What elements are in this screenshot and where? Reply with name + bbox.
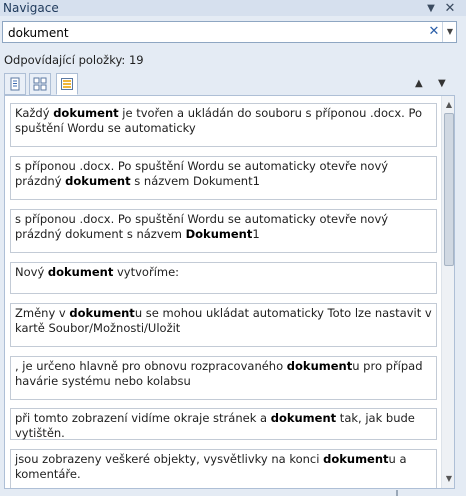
match-highlight: dokument bbox=[47, 265, 114, 279]
snippet-text: Každý bbox=[15, 106, 54, 120]
tab-results[interactable] bbox=[56, 73, 78, 95]
snippet-text: vytvoříme: bbox=[113, 265, 180, 279]
results-count: Odpovídající položky: 19 bbox=[4, 53, 144, 67]
search-options-chevron-icon[interactable]: ▼ bbox=[444, 24, 456, 40]
search-results-icon bbox=[61, 78, 73, 90]
tab-pages[interactable] bbox=[29, 73, 51, 95]
match-highlight: Dokument bbox=[185, 227, 253, 241]
snippet-text: při tomto zobrazení vidíme okraje stráne… bbox=[15, 411, 271, 425]
match-highlight: dokument bbox=[69, 306, 135, 320]
list-item[interactable]: Nový dokument vytvoříme: bbox=[10, 262, 437, 294]
list-item[interactable]: jsou zobrazeny veškeré objekty, vysvětli… bbox=[10, 449, 437, 488]
search-field[interactable]: dokument ✕ ▼ bbox=[2, 21, 457, 43]
snippet-text: jsou zobrazeny veškeré objekty, vysvětli… bbox=[15, 452, 324, 466]
headings-view-icon bbox=[10, 77, 20, 91]
pane-menu-chevron-icon[interactable]: ▼ bbox=[423, 0, 439, 16]
match-highlight: dokument bbox=[270, 411, 337, 425]
pane-title: Navigace bbox=[3, 1, 59, 15]
search-divider bbox=[442, 22, 443, 42]
list-item[interactable]: , je určeno hlavně pro obnovu rozpracova… bbox=[10, 356, 437, 400]
search-results-list: Každý dokument je tvořen a ukládán do so… bbox=[4, 95, 455, 489]
snippet-text: , je určeno hlavně pro obnovu rozpracova… bbox=[15, 359, 287, 373]
search-input[interactable]: dokument bbox=[8, 26, 69, 40]
navigation-pane-titlebar: Navigace ▼ ✕ bbox=[0, 0, 466, 16]
tab-headings[interactable] bbox=[4, 73, 26, 95]
previous-result-icon[interactable]: ▲ bbox=[415, 78, 423, 89]
list-item[interactable]: při tomto zobrazení vidíme okraje stráne… bbox=[10, 408, 437, 440]
resize-handle[interactable] bbox=[396, 490, 398, 496]
snippet-text: s názvem Dokument1 bbox=[130, 174, 260, 188]
results-scrollbar[interactable]: ▲ ▼ bbox=[441, 96, 454, 488]
snippet-text: Nový bbox=[15, 265, 48, 279]
scroll-up-icon[interactable]: ▲ bbox=[442, 98, 454, 112]
scroll-down-icon[interactable]: ▼ bbox=[442, 472, 454, 486]
snippet-text: Změny v bbox=[15, 306, 70, 320]
list-item[interactable]: s příponou .docx. Po spuštění Wordu se a… bbox=[10, 209, 437, 253]
close-icon[interactable]: ✕ bbox=[442, 0, 458, 16]
list-item[interactable]: Změny v dokumentu se mohou ukládat autom… bbox=[10, 303, 437, 347]
pages-thumbnail-icon bbox=[33, 77, 47, 91]
snippet-text: 1 bbox=[252, 227, 260, 241]
next-result-icon[interactable]: ▼ bbox=[438, 78, 446, 89]
match-highlight: dokument bbox=[53, 106, 119, 120]
scrollbar-thumb[interactable] bbox=[444, 113, 454, 266]
list-item[interactable]: Každý dokument je tvořen a ukládán do so… bbox=[10, 103, 437, 147]
match-highlight: dokument bbox=[286, 359, 353, 373]
list-item[interactable]: s příponou .docx. Po spuštění Wordu se a… bbox=[10, 156, 437, 200]
match-highlight: dokument bbox=[323, 452, 389, 466]
clear-search-icon[interactable]: ✕ bbox=[427, 24, 441, 40]
match-highlight: dokument bbox=[65, 174, 131, 188]
